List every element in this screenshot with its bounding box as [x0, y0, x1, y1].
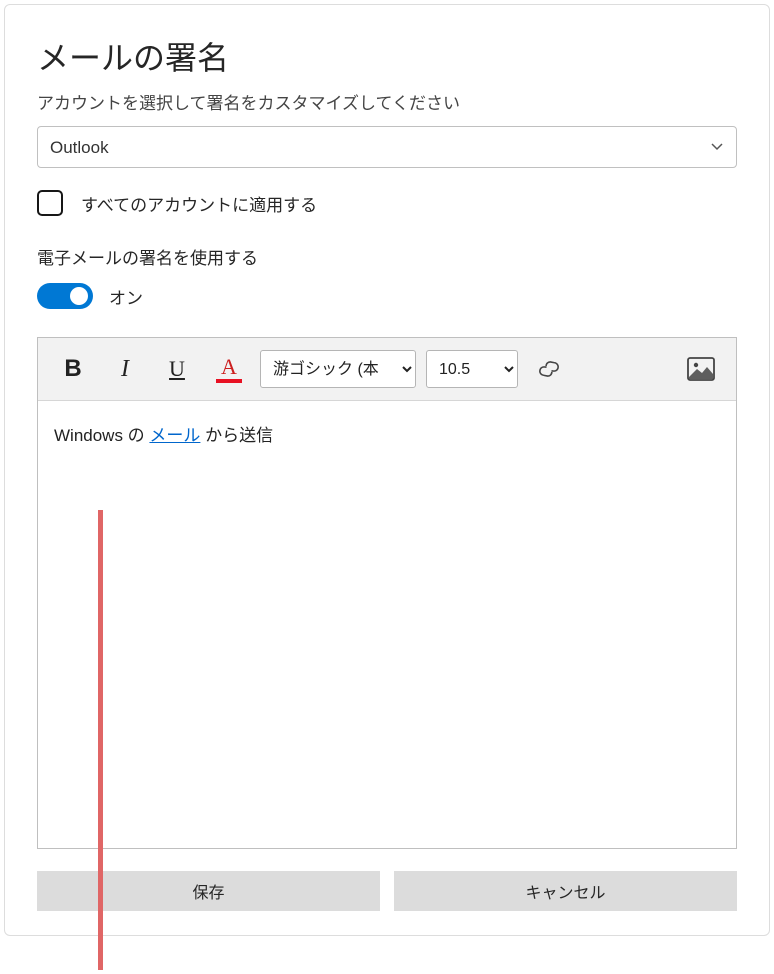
font-size-select[interactable]: 10.5: [426, 350, 518, 388]
font-color-button[interactable]: A: [208, 348, 250, 390]
editor-toolbar: B I U A 游ゴシック (本 10.5: [38, 338, 736, 401]
toggle-knob: [70, 287, 88, 305]
account-select-wrap: Outlook: [37, 126, 737, 168]
link-button[interactable]: [528, 348, 570, 390]
page-title: メールの署名: [37, 33, 737, 79]
account-select[interactable]: Outlook: [37, 126, 737, 168]
signature-text-prefix: Windows の: [54, 426, 149, 445]
signature-textarea[interactable]: Windows の メール から送信: [38, 401, 736, 848]
link-icon: [536, 356, 562, 382]
use-signature-row: オン: [37, 283, 737, 309]
toggle-state-label: オン: [109, 284, 143, 309]
signature-settings-panel: メールの署名 アカウントを選択して署名をカスタマイズしてください Outlook…: [4, 4, 770, 936]
annotation-line: [98, 510, 103, 970]
font-color-letter: A: [221, 356, 237, 378]
italic-button[interactable]: I: [104, 348, 146, 390]
action-buttons: 保存 キャンセル: [37, 871, 737, 911]
signature-text-suffix: から送信: [200, 426, 273, 445]
image-icon: [687, 357, 715, 381]
page-subtitle: アカウントを選択して署名をカスタマイズしてください: [37, 89, 737, 114]
font-color-bar: [216, 379, 242, 383]
apply-all-label: すべてのアカウントに適用する: [81, 191, 317, 216]
apply-all-checkbox[interactable]: [37, 190, 63, 216]
image-button[interactable]: [680, 348, 722, 390]
cancel-button[interactable]: キャンセル: [394, 871, 737, 911]
save-button[interactable]: 保存: [37, 871, 380, 911]
apply-all-row: すべてのアカウントに適用する: [37, 190, 737, 216]
signature-editor: B I U A 游ゴシック (本 10.5: [37, 337, 737, 849]
signature-mail-link[interactable]: メール: [149, 426, 200, 445]
use-signature-toggle[interactable]: [37, 283, 93, 309]
use-signature-label: 電子メールの署名を使用する: [37, 244, 737, 269]
bold-button[interactable]: B: [52, 348, 94, 390]
underline-button[interactable]: U: [156, 348, 198, 390]
font-family-select[interactable]: 游ゴシック (本: [260, 350, 416, 388]
